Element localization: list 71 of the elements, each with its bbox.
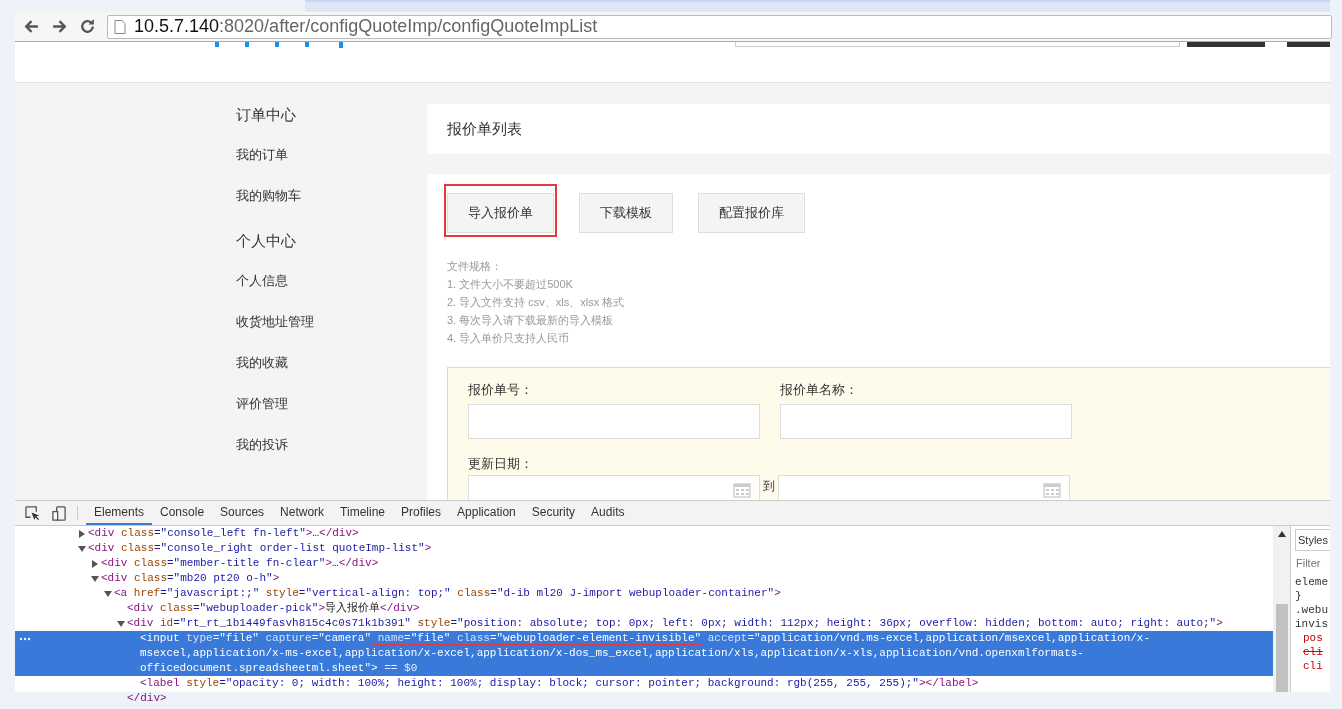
more-icon[interactable] <box>19 637 31 641</box>
date-field[interactable] <box>468 475 760 500</box>
sidebar-item[interactable]: 收货地址管理 <box>236 312 427 332</box>
style-rule-text: cli <box>1302 645 1324 659</box>
devtools-tab[interactable]: Profiles <box>393 501 450 525</box>
devtools-tab[interactable]: Console <box>152 501 213 525</box>
device-icon[interactable] <box>52 505 67 521</box>
back-arrow-icon[interactable] <box>23 18 40 35</box>
scrollbar[interactable] <box>1273 526 1290 692</box>
rule-text: 3. 每次导入请下载最新的导入模板 <box>447 313 615 328</box>
forward-arrow-icon[interactable] <box>51 18 68 35</box>
sidebar-item[interactable]: 我的购物车 <box>236 186 427 206</box>
devtools-tab[interactable]: Security <box>523 501 584 525</box>
date-field[interactable] <box>778 475 1070 500</box>
dom-node-line[interactable]: <div class="member-title fn-clear">…</div> <box>101 556 379 571</box>
dom-node-line[interactable]: <label style="opacity: 0; width: 100%; height: 100%; display: block; cursor: pointer; background: rgb(255, 255, 255);"></label> <box>140 676 979 691</box>
devtools-tab[interactable]: Audits <box>583 501 633 525</box>
dom-node-line[interactable]: <div class="webuploader-pick">导入报价单</div> <box>127 601 420 616</box>
expand-triangle-icon[interactable] <box>78 544 86 553</box>
dom-node-line[interactable]: <div class="console_left fn-left">…</div> <box>88 526 359 541</box>
expand-triangle-icon[interactable] <box>117 619 125 628</box>
sidebar-item[interactable]: 我的收藏 <box>236 353 427 373</box>
action-button[interactable]: 配置报价库 <box>698 193 805 233</box>
rule-text: 2. 导入文件支持 csv、xls、xlsx 格式 <box>447 295 626 310</box>
search-field[interactable] <box>735 42 1180 47</box>
dom-node-line[interactable]: <div id="rt_rt_1b1449fasvh815c4c0s71k1b391" style="position: absolute; top: 0px; left: 0px; width: 112px; height: 36px; overflow: hidden; bottom: auto; right: auto;"> <box>127 616 1223 631</box>
rule-text: 4. 导入单价只支持人民币 <box>447 331 571 346</box>
input-field[interactable] <box>780 404 1072 439</box>
styles-tab[interactable]: Styles <box>1295 529 1330 551</box>
url-host: 10.5.7.140 <box>134 16 220 37</box>
action-button[interactable]: 导入报价单 <box>447 193 554 233</box>
expand-triangle-icon[interactable] <box>91 559 99 568</box>
inspect-icon[interactable] <box>25 505 40 521</box>
expand-triangle-icon[interactable] <box>78 529 86 538</box>
sidebar-item[interactable]: 个人信息 <box>236 271 427 291</box>
devtools-tab[interactable]: Application <box>449 501 524 525</box>
address-bar[interactable]: 10.5.7.140:8020/after/configQuoteImp/configQuoteImpList <box>107 14 1332 39</box>
rule-text: 1. 文件大小不要超过500K <box>447 277 574 292</box>
page-icon <box>114 19 126 34</box>
expand-triangle-icon[interactable] <box>104 589 112 598</box>
page-title: 报价单列表 <box>447 119 522 139</box>
range-separator: 到 <box>762 478 776 493</box>
url-path: :8020/after/configQuoteImp/configQuoteImpList <box>219 16 598 37</box>
dom-node-line[interactable]: <input type="file" capture="camera" name="file" class="webuploader-element-invisible" accept="application/vnd.ms-excel,application/msexcel,application/x-msexcel,application/x-ms-excel,application/x-excel,application/x-dos_ms_excel,application/xls,application/x-xls,application/vnd.openxmlformats-officedocument.spreadsheetml.sheet"> == $0 <box>140 631 1152 676</box>
style-rule-text: eleme <box>1295 575 1329 589</box>
style-rule-text: .webu <box>1295 603 1329 617</box>
reload-icon[interactable] <box>79 18 96 35</box>
field-label: 报价单号： <box>468 381 534 399</box>
scroll-up-icon[interactable] <box>1277 531 1286 537</box>
action-button[interactable]: 下载模板 <box>579 193 673 233</box>
dom-node-line[interactable]: </div> <box>127 691 167 706</box>
input-field[interactable] <box>468 404 760 439</box>
rule-text: 文件规格： <box>447 259 503 274</box>
devtools-tab[interactable]: Network <box>272 501 333 525</box>
devtools-tab[interactable]: Timeline <box>332 501 393 525</box>
style-rule-text: pos <box>1302 631 1324 645</box>
style-rule-text: } <box>1295 589 1303 603</box>
sidebar-heading: 个人中心 <box>236 231 297 251</box>
expand-triangle-icon[interactable] <box>91 574 99 583</box>
sidebar-item[interactable]: 评价管理 <box>236 394 427 414</box>
dom-node-line[interactable]: <div class="mb20 pt20 o-h"> <box>101 571 280 586</box>
field-label: 报价单名称： <box>780 381 859 399</box>
sidebar-item[interactable]: 我的投诉 <box>236 435 427 455</box>
devtools-tab[interactable]: Sources <box>212 501 273 525</box>
sidebar-item[interactable]: 我的订单 <box>236 145 427 165</box>
style-rule-text: invis <box>1295 617 1329 631</box>
style-rule-text: cli <box>1302 659 1324 673</box>
field-label: 更新日期： <box>468 455 534 473</box>
sidebar-heading: 订单中心 <box>236 105 297 125</box>
dom-node-line[interactable]: <div class="console_right order-list quoteImp-list"> <box>88 541 432 556</box>
dom-node-line[interactable]: <a href="javascript:;" style="vertical-align: top;" class="d-ib ml20 J-import webuploader-container"> <box>114 586 781 601</box>
